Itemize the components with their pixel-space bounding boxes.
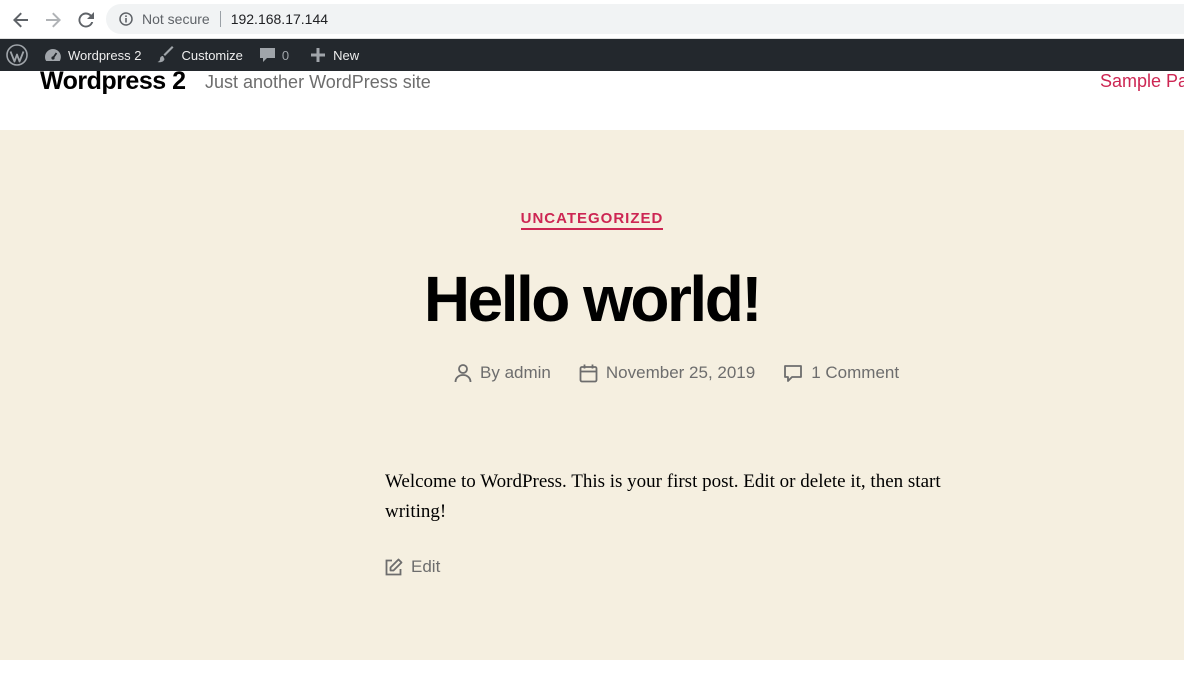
edit-icon (385, 558, 403, 575)
edit-label: Edit (411, 557, 441, 576)
address-bar[interactable]: Not secure 192.168.17.144 (106, 4, 1184, 34)
new-content-menu[interactable]: New (311, 39, 359, 71)
post-content: Welcome to WordPress. This is your first… (385, 471, 941, 522)
customize-label: Customize (181, 47, 243, 63)
user-icon (454, 364, 472, 383)
category-wrapper: UNCATEGORIZED (0, 210, 1184, 230)
plus-icon (311, 48, 326, 62)
back-button[interactable] (10, 9, 32, 31)
new-label: New (333, 47, 360, 63)
reload-icon (78, 12, 94, 28)
site-title[interactable]: Wordpress 2 (40, 67, 186, 96)
comment-bubble-icon (259, 48, 275, 62)
url-text[interactable]: 192.168.17.144 (231, 11, 328, 27)
info-icon[interactable] (118, 11, 134, 27)
post-entry: UNCATEGORIZED Hello world! By admin Nove… (0, 130, 1184, 660)
site-name-label: Wordpress 2 (68, 47, 142, 63)
arrow-left-icon (13, 12, 28, 28)
active-tab-indicator (830, 0, 890, 3)
site-header: Wordpress 2 Just another WordPress site … (0, 67, 1184, 130)
post-author: By admin (454, 363, 551, 383)
security-status[interactable]: Not secure (142, 11, 210, 27)
category-link[interactable]: UNCATEGORIZED (520, 210, 664, 230)
date-link[interactable]: November 25, 2019 (606, 363, 755, 383)
reload-button[interactable] (75, 9, 97, 31)
site-description: Just another WordPress site (205, 72, 431, 92)
comments-link[interactable]: 0 (259, 39, 289, 71)
comment-icon (784, 364, 803, 382)
browser-toolbar: Not secure 192.168.17.144 (0, 0, 1184, 39)
forward-button[interactable] (42, 9, 64, 31)
comments-count: 0 (281, 47, 290, 63)
post-title: Hello world! (423, 263, 763, 335)
post-meta: By admin November 25, 2019 1 Comment (454, 363, 927, 383)
post-date: November 25, 2019 (579, 363, 755, 383)
nav-item-sample-page[interactable]: Sample Pa (1100, 71, 1184, 92)
author-prefix: By (480, 363, 500, 382)
wordpress-logo-menu[interactable] (6, 39, 28, 71)
dashboard-icon (45, 49, 61, 61)
arrow-right-icon (46, 12, 61, 28)
paintbrush-icon (157, 46, 174, 63)
edit-post-link[interactable]: Edit (384, 557, 440, 577)
divider (219, 11, 221, 27)
author-link[interactable]: admin (505, 363, 551, 383)
comments-link[interactable]: 1 Comment (811, 363, 899, 383)
post-comments: 1 Comment (783, 363, 899, 383)
wordpress-logo-icon (6, 44, 28, 66)
calendar-icon (579, 364, 598, 382)
